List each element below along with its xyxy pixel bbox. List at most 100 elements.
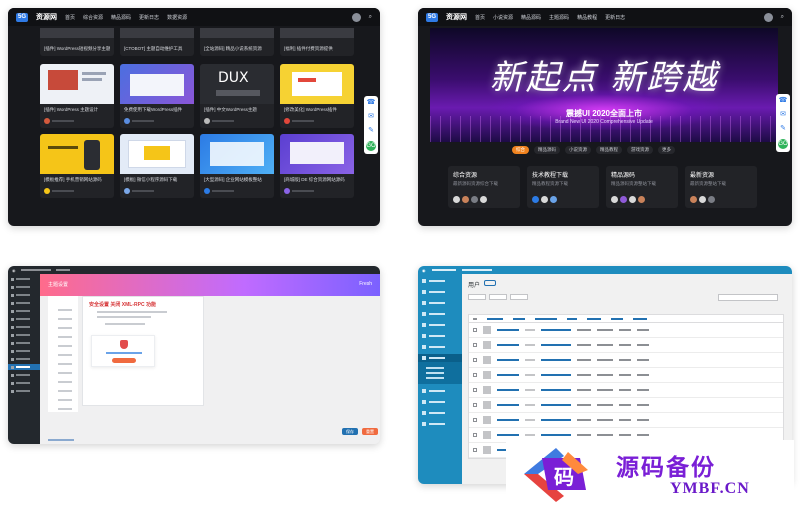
wp-logo-icon[interactable]: ◉ (422, 268, 426, 273)
users-submenu[interactable] (418, 362, 462, 384)
site-logo[interactable]: 5G (16, 12, 28, 22)
sidebar-item[interactable] (418, 277, 462, 285)
category-card[interactable]: 技术教程下载 精品教程资源下载 (527, 166, 599, 208)
sidebar-item[interactable] (11, 300, 37, 306)
user-avatar[interactable] (351, 12, 361, 22)
pill-tab[interactable]: 游戏资源 (627, 146, 653, 154)
sidebar-item[interactable] (418, 321, 462, 329)
sidebar-item[interactable] (418, 420, 462, 428)
sidebar-item[interactable] (11, 284, 37, 290)
search-icon[interactable]: ⌕ (781, 14, 784, 21)
back-to-top-button[interactable]: GO (778, 139, 788, 149)
category-card[interactable]: 精品源码 精品源码资源整站下载 (606, 166, 678, 208)
nav-item[interactable]: 首页 (65, 14, 75, 21)
sidebar-item[interactable] (418, 288, 462, 296)
post-card[interactable]: [商城版] DE 综合资源网站源码 (280, 134, 354, 198)
pill-tab[interactable]: 综合 (512, 146, 529, 154)
post-card[interactable]: [模板推荐] 手机营销网站源码 (40, 134, 114, 198)
nav-item[interactable]: 主题源码 (549, 14, 569, 21)
sidebar-item[interactable] (418, 332, 462, 340)
pill-tab[interactable]: 更多 (658, 146, 675, 154)
service-icon[interactable]: ☎ (779, 97, 788, 105)
sidebar-item-users[interactable] (418, 354, 462, 362)
page-title: 用户 (468, 283, 481, 289)
hero-banner[interactable]: 新起点 新跨越 震撼UI 2020全面上市 Brand New UI 2020 … (430, 28, 778, 142)
post-card[interactable]: [CTOBOT] 主题自动维护工具 (120, 28, 194, 56)
edit-icon[interactable]: ✎ (780, 125, 786, 133)
nav-item[interactable]: 数据资源 (167, 14, 187, 21)
pill-tab[interactable]: 精品教程 (596, 146, 622, 154)
user-avatar[interactable] (763, 12, 773, 22)
category-card[interactable]: 综合资源 最新源码资源综合下载 (448, 166, 520, 208)
sidebar-item[interactable] (11, 388, 37, 394)
table-row[interactable] (469, 383, 783, 398)
table-row[interactable] (469, 368, 783, 383)
screenshot-resource-grid: 5G 资源网 首页 综合资源 精品源码 更新日志 数据资源 ⌕ [插件] Wor… (8, 8, 380, 226)
sidebar-item[interactable] (11, 276, 37, 282)
bulk-select[interactable] (468, 294, 486, 300)
sidebar-item[interactable] (418, 398, 462, 406)
table-row[interactable] (469, 338, 783, 353)
post-card[interactable]: [插件] WordPress短视频分享主题 (40, 28, 114, 56)
wechat-icon[interactable]: ✉ (368, 113, 374, 121)
nav-item[interactable]: 小说资源 (493, 14, 513, 21)
category-card[interactable]: 最新资源 最新资源整站下载 (685, 166, 757, 208)
post-card[interactable]: [全站源码] 精品小说系统资源 (200, 28, 274, 56)
post-card[interactable]: DUX [插件] 中文WordPress主题 (200, 64, 274, 128)
post-card[interactable]: [福利] 插件付费资源提供 (280, 28, 354, 56)
nav-item[interactable]: 首页 (475, 14, 485, 21)
post-card[interactable]: 免费使用下载WordPress插件 (120, 64, 194, 128)
nav-item[interactable]: 更新日志 (605, 14, 625, 21)
service-icon[interactable]: ☎ (367, 99, 376, 107)
sidebar-item[interactable] (11, 348, 37, 354)
post-card[interactable]: [模板] 微信小程序源码下载 (120, 134, 194, 198)
table-row[interactable] (469, 413, 783, 428)
pill-tab[interactable]: 精品源码 (534, 146, 560, 154)
sidebar-item[interactable] (11, 316, 37, 322)
sidebar-item[interactable] (11, 292, 37, 298)
sidebar-item[interactable] (11, 308, 37, 314)
search-icon[interactable]: ⌕ (369, 14, 372, 21)
sidebar-item[interactable] (11, 356, 37, 362)
reset-button[interactable]: 重置 (362, 428, 378, 435)
nav-item[interactable]: 精品源码 (111, 14, 131, 21)
sidebar-item[interactable] (11, 340, 37, 346)
site-name[interactable]: 资源网 (36, 12, 57, 22)
nav-item[interactable]: 精品源码 (521, 14, 541, 21)
post-card[interactable]: [插件] WordPress 主题设计 (40, 64, 114, 128)
post-thumbnail (280, 64, 354, 104)
sidebar-item[interactable] (418, 310, 462, 318)
sidebar-item[interactable] (418, 299, 462, 307)
table-row[interactable] (469, 323, 783, 338)
post-card[interactable]: [大型源码] 企业网站模板整站 (200, 134, 274, 198)
sidebar-item[interactable] (11, 380, 37, 386)
site-name[interactable]: 资源网 (446, 12, 467, 22)
nav-item[interactable]: 更新日志 (139, 14, 159, 21)
apply-button[interactable] (489, 294, 507, 300)
sidebar-item[interactable] (11, 372, 37, 378)
nav-item[interactable]: 精品教程 (577, 14, 597, 21)
author-avatar (284, 188, 290, 194)
add-user-button[interactable] (484, 280, 496, 286)
nav-item[interactable]: 综合资源 (83, 14, 103, 21)
search-input[interactable] (718, 294, 778, 301)
sidebar-item[interactable] (418, 387, 462, 395)
pill-tab[interactable]: 小说资源 (565, 146, 591, 154)
sidebar-item[interactable] (418, 409, 462, 417)
security-card[interactable] (91, 335, 155, 367)
sidebar-item-active[interactable] (8, 364, 40, 370)
wp-logo-icon[interactable]: ◉ (12, 268, 16, 273)
sidebar-item[interactable] (11, 332, 37, 338)
post-card[interactable]: [修改美化] WordPress插件 (280, 64, 354, 128)
sidebar-item[interactable] (418, 343, 462, 351)
sidebar-item[interactable] (11, 324, 37, 330)
table-row[interactable] (469, 353, 783, 368)
save-button[interactable]: 保存 (342, 428, 358, 435)
wechat-icon[interactable]: ✉ (780, 111, 786, 119)
role-select[interactable] (510, 294, 528, 300)
site-logo[interactable]: 5G (426, 12, 438, 22)
back-to-top-button[interactable]: GO (366, 141, 376, 151)
edit-icon[interactable]: ✎ (368, 127, 374, 135)
settings-panel: 安全设置 关闭 XML-RPC 功能 (82, 296, 204, 406)
table-row[interactable] (469, 398, 783, 413)
